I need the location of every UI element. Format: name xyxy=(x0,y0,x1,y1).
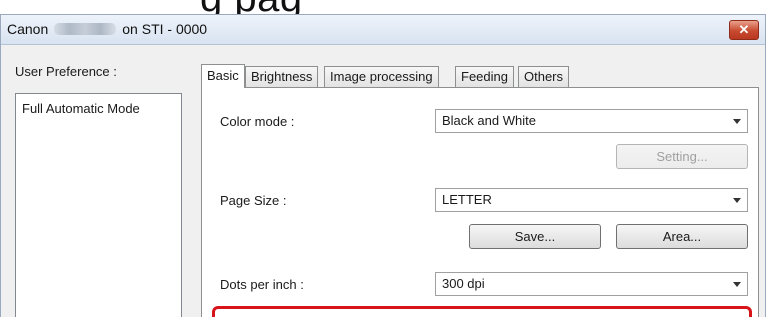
color-mode-value: Black and White xyxy=(442,113,536,128)
color-mode-dropdown[interactable]: Black and White xyxy=(435,109,748,133)
tab-brightness[interactable]: Brightness xyxy=(245,66,319,87)
window-title: Canon on STI - 0000 xyxy=(7,21,207,37)
color-mode-label: Color mode : xyxy=(220,114,295,129)
dpi-dropdown[interactable]: 300 dpi xyxy=(435,272,748,296)
title-bar[interactable]: Canon on STI - 0000 ✕ xyxy=(1,15,765,45)
close-icon: ✕ xyxy=(738,22,750,37)
dpi-value: 300 dpi xyxy=(442,276,485,291)
scanner-settings-window: Canon on STI - 0000 ✕ User Preference : F… xyxy=(0,14,766,317)
save-button[interactable]: Save... xyxy=(469,224,601,249)
chevron-down-icon xyxy=(733,119,741,124)
red-highlight-frame xyxy=(212,306,752,317)
tab-image-processing[interactable]: Image processing xyxy=(324,66,439,87)
title-prefix: Canon xyxy=(7,21,49,37)
list-item[interactable]: Full Automatic Mode xyxy=(22,101,140,116)
user-preference-list[interactable]: Full Automatic Mode xyxy=(15,93,182,317)
chevron-down-icon xyxy=(733,282,741,287)
page-size-value: LETTER xyxy=(442,192,492,207)
setting-button[interactable]: Setting... xyxy=(616,144,748,169)
tab-feeding[interactable]: Feeding xyxy=(455,66,514,87)
chevron-down-icon xyxy=(733,198,741,203)
tab-others[interactable]: Others xyxy=(518,66,570,87)
dots-per-inch-label: Dots per inch : xyxy=(220,277,304,292)
user-preference-label: User Preference : xyxy=(15,64,117,79)
page-size-label: Page Size : xyxy=(220,193,287,208)
page-size-dropdown[interactable]: LETTER xyxy=(435,188,748,212)
area-button[interactable]: Area... xyxy=(616,224,748,249)
tab-basic[interactable]: Basic xyxy=(201,64,245,88)
basic-tab-panel: Color mode : Black and White Setting... … xyxy=(201,87,759,317)
title-suffix: on STI - 0000 xyxy=(122,21,208,37)
close-button[interactable]: ✕ xyxy=(729,20,759,40)
redacted-model-name xyxy=(54,23,117,35)
